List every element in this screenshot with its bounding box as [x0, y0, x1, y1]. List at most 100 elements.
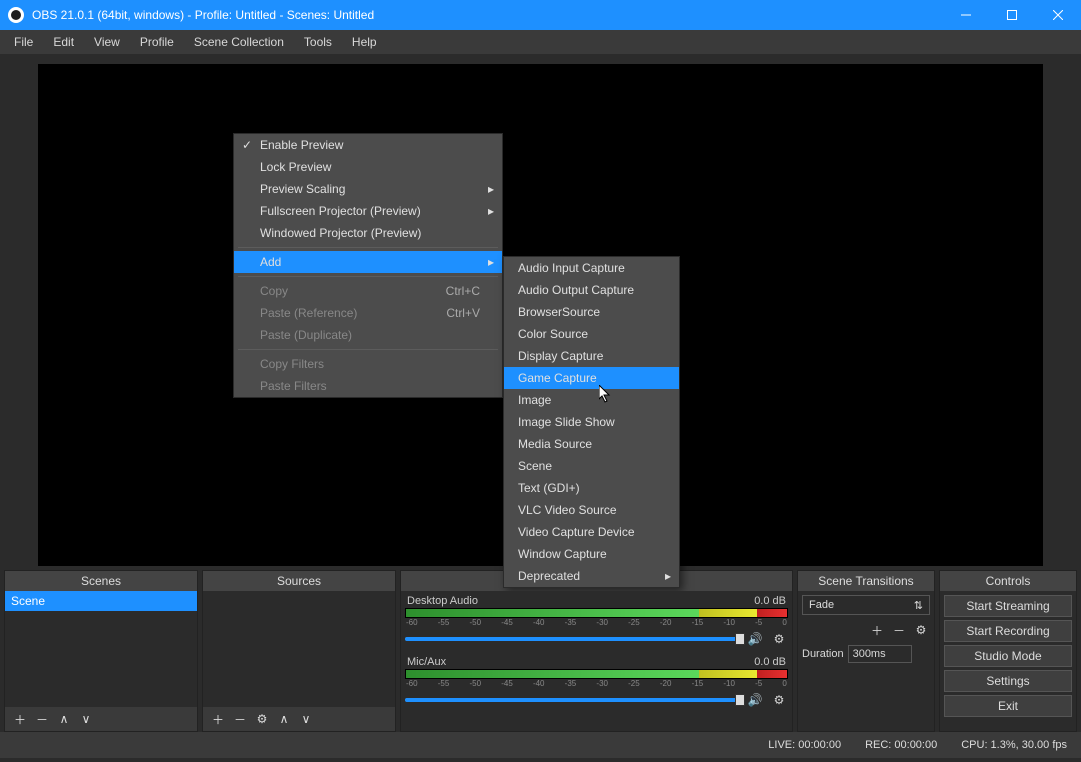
add-media-source[interactable]: Media Source [504, 433, 679, 455]
sources-toolbar: ＋ － ⚙ ∧ ∨ [203, 707, 395, 731]
remove-scene-button[interactable]: － [33, 710, 51, 728]
mixer-channel-mic-aux: Mic/Aux 0.0 dB -60-55-50-45-40-35-30-25-… [405, 656, 788, 709]
start-recording-button[interactable]: Start Recording [944, 620, 1072, 642]
transition-settings-button[interactable]: ⚙ [912, 621, 930, 639]
menu-label: Copy Filters [260, 357, 324, 371]
add-audio-output-capture[interactable]: Audio Output Capture [504, 279, 679, 301]
mixer-panel: Mixer Desktop Audio 0.0 dB -60-55-50-45-… [400, 570, 793, 732]
chevron-right-icon: ▸ [488, 182, 494, 196]
meter-ticks: -60-55-50-45-40-35-30-25-20-15-10-50 [405, 679, 788, 689]
settings-button[interactable]: Settings [944, 670, 1072, 692]
menu-label: Paste Filters [260, 379, 327, 393]
chevron-updown-icon: ⇅ [914, 599, 923, 612]
menu-label: Copy [260, 284, 288, 298]
add-image-slide-show[interactable]: Image Slide Show [504, 411, 679, 433]
gear-icon: ⚙ [774, 632, 785, 646]
panel-title[interactable]: Scene Transitions [798, 571, 934, 591]
chevron-right-icon: ▸ [665, 569, 671, 583]
bottom-panels: Scenes Scene ＋ － ∧ ∨ Sources ＋ － ⚙ ∧ ∨ M… [0, 570, 1081, 732]
menu-view[interactable]: View [86, 32, 128, 52]
menu-preview-scaling[interactable]: Preview Scaling ▸ [234, 178, 502, 200]
menu-tools[interactable]: Tools [296, 32, 340, 52]
shortcut-label: Ctrl+C [446, 284, 480, 298]
menu-scene-collection[interactable]: Scene Collection [186, 32, 292, 52]
source-down-button[interactable]: ∨ [297, 710, 315, 728]
controls-body: Start Streaming Start Recording Studio M… [940, 591, 1076, 731]
statusbar: LIVE: 00:00:00 REC: 00:00:00 CPU: 1.3%, … [0, 732, 1081, 758]
scene-up-button[interactable]: ∧ [55, 710, 73, 728]
mute-button[interactable]: 🔊 [746, 630, 764, 648]
menu-label: Fullscreen Projector (Preview) [260, 204, 421, 218]
start-streaming-button[interactable]: Start Streaming [944, 595, 1072, 617]
menu-windowed-projector[interactable]: Windowed Projector (Preview) [234, 222, 502, 244]
studio-mode-button[interactable]: Studio Mode [944, 645, 1072, 667]
remove-source-button[interactable]: － [231, 710, 249, 728]
add-text-gdi[interactable]: Text (GDI+) [504, 477, 679, 499]
menu-help[interactable]: Help [344, 32, 385, 52]
transition-select[interactable]: Fade ⇅ [802, 595, 930, 615]
menu-fullscreen-projector[interactable]: Fullscreen Projector (Preview) ▸ [234, 200, 502, 222]
channel-db: 0.0 dB [754, 595, 786, 607]
add-vlc-video-source[interactable]: VLC Video Source [504, 499, 679, 521]
menu-label: Game Capture [518, 371, 597, 385]
add-video-capture-device[interactable]: Video Capture Device [504, 521, 679, 543]
add-deprecated[interactable]: Deprecated ▸ [504, 565, 679, 587]
source-up-button[interactable]: ∧ [275, 710, 293, 728]
menu-file[interactable]: File [6, 32, 41, 52]
menu-label: VLC Video Source [518, 503, 617, 517]
scenes-toolbar: ＋ － ∧ ∨ [5, 707, 197, 731]
menu-paste-filters: Paste Filters [234, 375, 502, 397]
scenes-panel: Scenes Scene ＋ － ∧ ∨ [4, 570, 198, 732]
channel-name: Mic/Aux [407, 656, 446, 668]
minimize-button[interactable] [943, 0, 989, 30]
mute-button[interactable]: 🔊 [746, 691, 764, 709]
menu-add[interactable]: Add ▸ [234, 251, 502, 273]
panel-title[interactable]: Controls [940, 571, 1076, 591]
channel-settings-button[interactable]: ⚙ [770, 691, 788, 709]
scenes-list[interactable]: Scene [5, 591, 197, 707]
status-rec: REC: 00:00:00 [865, 739, 937, 751]
volume-slider[interactable] [405, 698, 740, 702]
add-image[interactable]: Image [504, 389, 679, 411]
meter-ticks: -60-55-50-45-40-35-30-25-20-15-10-50 [405, 618, 788, 628]
add-scene-button[interactable]: ＋ [11, 710, 29, 728]
scene-down-button[interactable]: ∨ [77, 710, 95, 728]
menubar: File Edit View Profile Scene Collection … [0, 30, 1081, 54]
menu-label: Audio Input Capture [518, 261, 625, 275]
add-color-source[interactable]: Color Source [504, 323, 679, 345]
add-game-capture[interactable]: Game Capture [504, 367, 679, 389]
add-window-capture[interactable]: Window Capture [504, 543, 679, 565]
transition-selected-label: Fade [809, 599, 834, 611]
scene-item[interactable]: Scene [5, 591, 197, 611]
transitions-body: Fade ⇅ ＋ － ⚙ Duration 300ms [798, 591, 934, 731]
duration-spinner[interactable]: 300ms [848, 645, 912, 663]
source-settings-button[interactable]: ⚙ [253, 710, 271, 728]
close-button[interactable] [1035, 0, 1081, 30]
add-display-capture[interactable]: Display Capture [504, 345, 679, 367]
mixer-channel-desktop-audio: Desktop Audio 0.0 dB -60-55-50-45-40-35-… [405, 595, 788, 648]
menu-label: Windowed Projector (Preview) [260, 226, 421, 240]
check-icon: ✓ [242, 138, 252, 152]
menu-profile[interactable]: Profile [132, 32, 182, 52]
menu-label: Display Capture [518, 349, 603, 363]
exit-button[interactable]: Exit [944, 695, 1072, 717]
add-source-button[interactable]: ＋ [209, 710, 227, 728]
sources-list[interactable] [203, 591, 395, 707]
add-browsersource[interactable]: BrowserSource [504, 301, 679, 323]
menu-label: Preview Scaling [260, 182, 345, 196]
add-scene[interactable]: Scene [504, 455, 679, 477]
menu-enable-preview[interactable]: ✓ Enable Preview [234, 134, 502, 156]
panel-title[interactable]: Scenes [5, 571, 197, 591]
channel-settings-button[interactable]: ⚙ [770, 630, 788, 648]
status-live: LIVE: 00:00:00 [768, 739, 841, 751]
add-audio-input-capture[interactable]: Audio Input Capture [504, 257, 679, 279]
menu-edit[interactable]: Edit [45, 32, 82, 52]
volume-slider[interactable] [405, 637, 740, 641]
panel-title[interactable]: Sources [203, 571, 395, 591]
remove-transition-button[interactable]: － [890, 621, 908, 639]
menu-label: Scene [518, 459, 552, 473]
add-transition-button[interactable]: ＋ [868, 621, 886, 639]
window-controls [943, 0, 1081, 30]
menu-lock-preview[interactable]: Lock Preview [234, 156, 502, 178]
maximize-button[interactable] [989, 0, 1035, 30]
